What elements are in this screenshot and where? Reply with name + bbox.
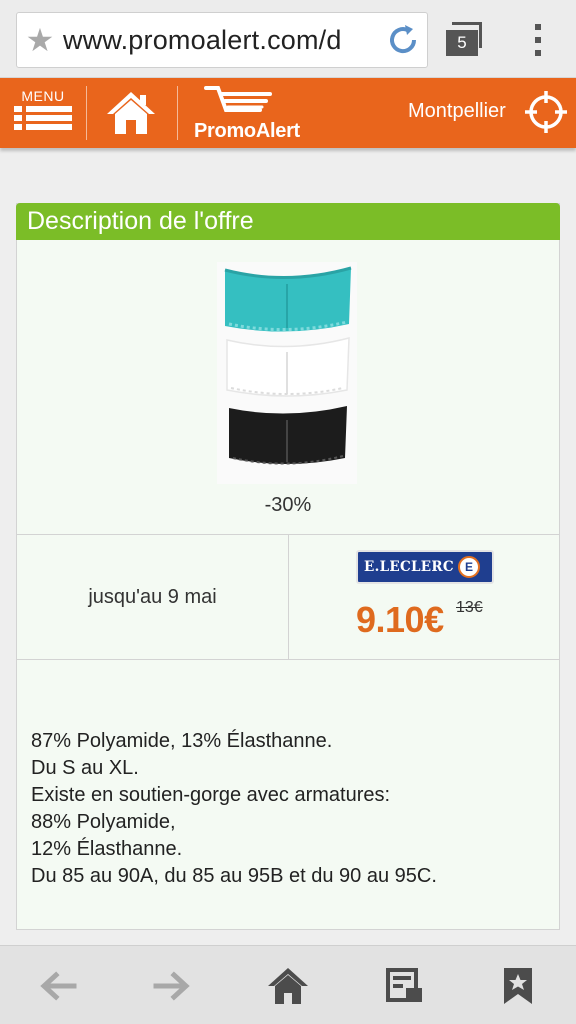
promoalert-logo[interactable]: PromoAlert: [190, 84, 330, 144]
home-icon[interactable]: [264, 964, 312, 1008]
reading-list-icon[interactable]: [380, 964, 428, 1008]
original-price: 13€: [456, 599, 483, 616]
cart-icon: [204, 86, 272, 112]
overflow-menu-icon[interactable]: [518, 14, 558, 66]
bookmark-star-icon[interactable]: ★: [17, 12, 63, 68]
price-cell: E.LECLERC E 9.10€ 13€: [290, 535, 559, 660]
description-section: 87% Polyamide, 13% Élasthanne. Du S au X…: [17, 660, 559, 929]
header-divider: [86, 86, 87, 140]
product-description: 87% Polyamide, 13% Élasthanne. Du S au X…: [31, 730, 437, 887]
site-header: MENU PromoAlert Montpellier: [0, 78, 576, 148]
browser-bottom-nav: [0, 945, 576, 1024]
reload-icon[interactable]: [379, 12, 427, 68]
product-image[interactable]: [217, 262, 357, 484]
url-text[interactable]: www.promoalert.com/d: [63, 25, 379, 56]
validity-date: jusqu'au 9 mai: [17, 535, 289, 660]
logo-text: PromoAlert: [194, 120, 300, 142]
current-price: 9.10€: [356, 599, 444, 640]
product-image-section: -30%: [17, 240, 559, 535]
offer-info-row: jusqu'au 9 mai E.LECLERC E 9.10€ 13€: [17, 535, 559, 660]
address-bar[interactable]: ★ www.promoalert.com/d: [16, 12, 428, 68]
offer-card: Description de l'offre -30% jusqu'au 9 m: [16, 203, 560, 930]
hamburger-icon: [14, 106, 72, 130]
home-icon: [107, 92, 155, 134]
browser-toolbar: ★ www.promoalert.com/d 5: [0, 0, 576, 78]
store-badge: E: [457, 556, 480, 578]
tab-count: 5: [446, 30, 478, 56]
header-divider: [177, 86, 178, 140]
bookmark-icon[interactable]: [494, 964, 542, 1008]
store-name: E.LECLERC: [364, 559, 454, 575]
menu-label: MENU: [21, 88, 65, 104]
offer-section-title: Description de l'offre: [16, 203, 560, 240]
forward-arrow-icon[interactable]: [148, 964, 196, 1008]
store-logo[interactable]: E.LECLERC E: [356, 550, 494, 584]
location-target-icon[interactable]: [524, 90, 568, 134]
menu-button[interactable]: MENU: [14, 88, 72, 140]
tabs-button[interactable]: 5: [442, 20, 490, 60]
back-arrow-icon[interactable]: [34, 964, 82, 1008]
home-button[interactable]: [100, 88, 162, 138]
discount-label: -30%: [264, 494, 312, 516]
city-name[interactable]: Montpellier: [408, 100, 506, 123]
